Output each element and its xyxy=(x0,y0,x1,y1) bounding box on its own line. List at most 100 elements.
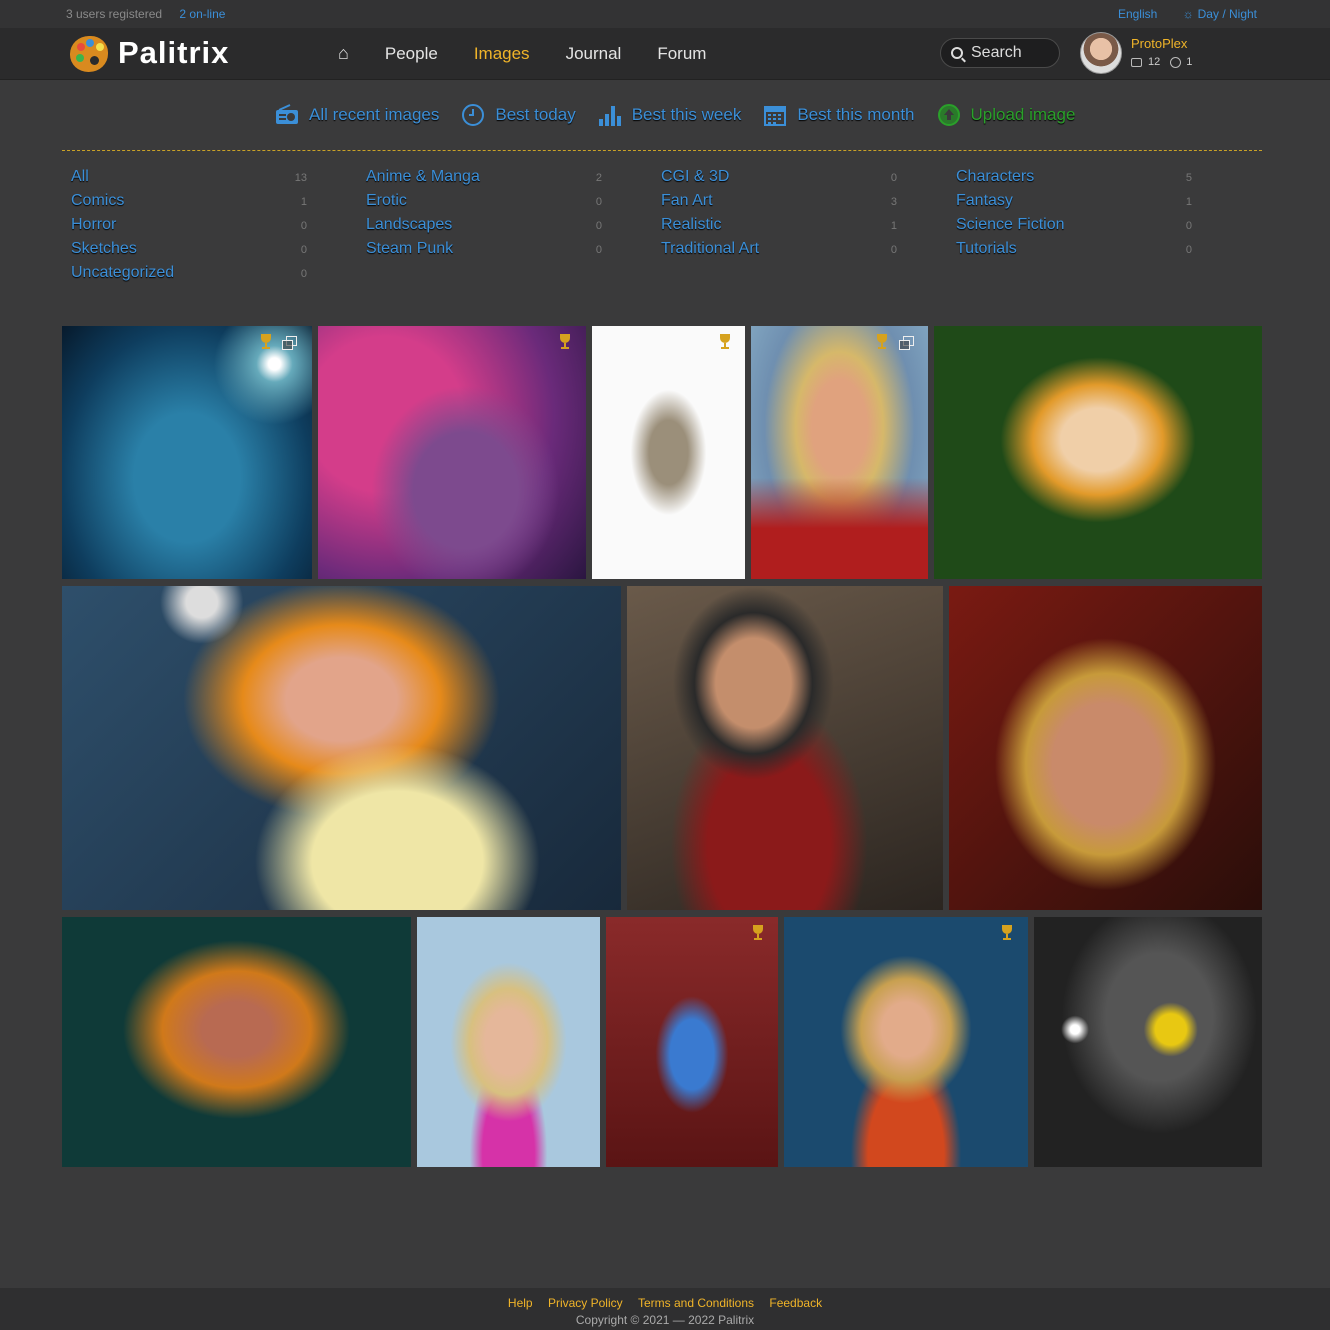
day-night-toggle[interactable]: ☼ Day / Night xyxy=(1183,7,1257,21)
subnav-best-today[interactable]: Best today xyxy=(461,103,576,127)
other-count: 1 xyxy=(1186,56,1193,68)
category-count: 1 xyxy=(1185,196,1192,208)
category-comics[interactable]: Comics 1 xyxy=(71,192,307,216)
category-label: Fantasy xyxy=(956,192,1013,209)
category-list: All 13 Anime & Manga 2 CGI & 3D 0 Character… xyxy=(71,168,1251,288)
category-count: 0 xyxy=(595,220,602,232)
category-anime-manga[interactable]: Anime & Manga 2 xyxy=(366,168,602,192)
category-label: Horror xyxy=(71,216,117,233)
category-count: 0 xyxy=(300,244,307,256)
gallery-image-sword-girl[interactable] xyxy=(62,586,621,910)
category-traditional-art[interactable]: Traditional Art 0 xyxy=(661,240,897,264)
multiple-images-icon xyxy=(282,336,298,350)
gallery-image-soldier-boy[interactable] xyxy=(627,586,943,910)
clock-count-icon xyxy=(1170,56,1182,68)
subnav-best-week[interactable]: Best this week xyxy=(598,103,742,127)
logo-text: Palitrix xyxy=(118,35,230,70)
category-label: Characters xyxy=(956,168,1035,185)
category-cgi-3d[interactable]: CGI & 3D 0 xyxy=(661,168,897,192)
category-count: 2 xyxy=(595,172,602,184)
users-registered: 3 users registered xyxy=(66,7,163,21)
subnav-best-week-label: Best this week xyxy=(631,105,742,124)
nav-people[interactable]: People xyxy=(385,44,438,64)
category-count: 0 xyxy=(595,196,602,208)
divider xyxy=(62,150,1262,151)
category-sketches[interactable]: Sketches 0 xyxy=(71,240,307,264)
subnav-all-recent[interactable]: All recent images xyxy=(275,103,439,127)
image-count-icon xyxy=(1131,57,1142,67)
category-count: 13 xyxy=(294,172,307,184)
footer-feedback-link[interactable]: Feedback xyxy=(769,1296,822,1310)
category-realistic[interactable]: Realistic 1 xyxy=(661,216,897,240)
category-count: 3 xyxy=(890,196,897,208)
palette-icon xyxy=(70,34,110,72)
sun-icon: ☼ xyxy=(1182,7,1194,21)
category-count: 0 xyxy=(890,244,897,256)
site-logo[interactable]: Palitrix xyxy=(70,34,229,72)
trophy-icon xyxy=(558,334,572,350)
category-count: 0 xyxy=(1185,244,1192,256)
category-tutorials[interactable]: Tutorials 0 xyxy=(956,240,1192,264)
trophy-icon xyxy=(875,334,889,350)
footer-privacy-link[interactable]: Privacy Policy xyxy=(548,1296,623,1310)
upload-image-label: Upload image xyxy=(970,105,1076,124)
main-header: Palitrix ⌂ People Images Journal Forum P… xyxy=(0,28,1330,80)
nav-journal[interactable]: Journal xyxy=(566,44,622,64)
category-fan-art[interactable]: Fan Art 3 xyxy=(661,192,897,216)
gallery-image-blonde-cartoon[interactable] xyxy=(934,326,1262,579)
avatar[interactable] xyxy=(1080,32,1122,74)
category-horror[interactable]: Horror 0 xyxy=(71,216,307,240)
gallery-image-guitarist[interactable] xyxy=(62,326,312,579)
subnav-best-month-label: Best this month xyxy=(797,105,915,124)
gallery-image-caricature[interactable] xyxy=(592,326,745,579)
multiple-images-icon xyxy=(899,336,915,350)
trophy-icon xyxy=(259,334,273,350)
gallery-image-devil-girl[interactable] xyxy=(784,917,1028,1167)
online-users-link[interactable]: 2 on-line xyxy=(179,7,225,21)
upload-icon xyxy=(937,104,960,126)
category-label: Comics xyxy=(71,192,125,209)
home-icon[interactable]: ⌂ xyxy=(338,43,349,64)
gallery-image-glasses-girl[interactable] xyxy=(949,586,1262,910)
category-steam-punk[interactable]: Steam Punk 0 xyxy=(366,240,602,264)
gallery-image-iron-throne[interactable] xyxy=(1034,917,1262,1167)
category-label: Fan Art xyxy=(661,192,713,209)
top-strip: 3 users registered 2 on-line English ☼ Da… xyxy=(0,0,1330,28)
image-subnav: All recent images Best today Best this w… xyxy=(275,103,1097,127)
category-label: Erotic xyxy=(366,192,407,209)
copyright: Copyright © 2021 — 2022 Palitrix xyxy=(575,1313,755,1327)
gallery-image-devils[interactable] xyxy=(606,917,778,1167)
category-uncategorized[interactable]: Uncategorized 0 xyxy=(71,264,307,288)
footer-help-link[interactable]: Help xyxy=(508,1296,533,1310)
gallery-image-harley[interactable] xyxy=(751,326,928,579)
user-stats: 12 1 xyxy=(1131,56,1192,68)
user-panel[interactable]: ProtoPlex 12 1 xyxy=(1080,32,1192,74)
username[interactable]: ProtoPlex xyxy=(1131,36,1192,51)
category-label: Uncategorized xyxy=(71,264,175,281)
search-box[interactable] xyxy=(940,38,1060,68)
category-characters[interactable]: Characters 5 xyxy=(956,168,1192,192)
language-selector[interactable]: English xyxy=(1118,7,1157,21)
category-science-fiction[interactable]: Science Fiction 0 xyxy=(956,216,1192,240)
category-all[interactable]: All 13 xyxy=(71,168,307,192)
trophy-icon xyxy=(1000,925,1014,941)
category-count: 0 xyxy=(595,244,602,256)
category-landscapes[interactable]: Landscapes 0 xyxy=(366,216,602,240)
category-fantasy[interactable]: Fantasy 1 xyxy=(956,192,1192,216)
category-label: All xyxy=(71,168,89,185)
day-night-label: Day / Night xyxy=(1197,7,1257,21)
category-label: Tutorials xyxy=(956,240,1017,257)
upload-image-button[interactable]: Upload image xyxy=(937,103,1076,127)
category-erotic[interactable]: Erotic 0 xyxy=(366,192,602,216)
footer-terms-link[interactable]: Terms and Conditions xyxy=(638,1296,754,1310)
gallery-image-couple[interactable] xyxy=(318,326,586,579)
gallery-image-pigtails[interactable] xyxy=(417,917,600,1167)
nav-images[interactable]: Images xyxy=(474,44,530,64)
search-input[interactable] xyxy=(971,44,1051,62)
gallery-image-redhead[interactable] xyxy=(62,917,411,1167)
category-label: Science Fiction xyxy=(956,216,1065,233)
nav-forum[interactable]: Forum xyxy=(657,44,706,64)
subnav-best-month[interactable]: Best this month xyxy=(763,103,915,127)
clock-icon xyxy=(462,104,485,126)
category-label: Traditional Art xyxy=(661,240,760,257)
